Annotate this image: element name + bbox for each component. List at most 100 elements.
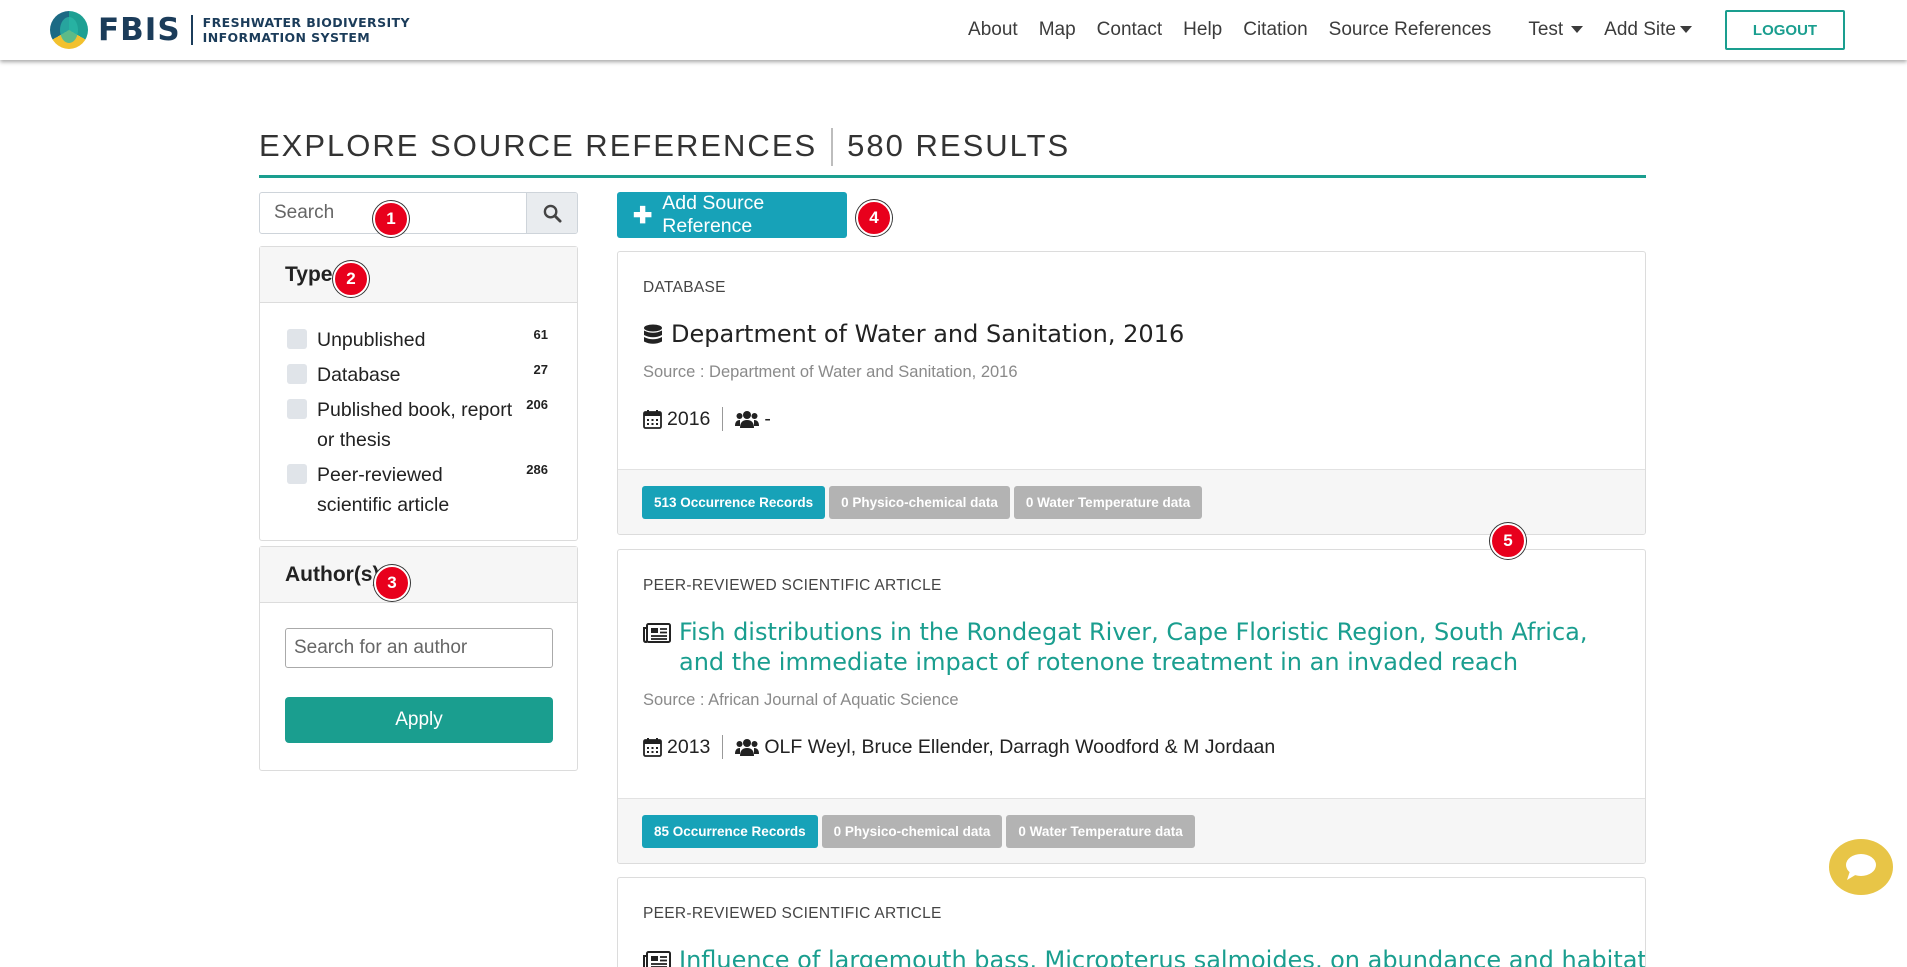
checkbox[interactable] <box>287 399 307 419</box>
physico-chemical-badge[interactable]: 0 Physico-chemical data <box>821 815 1003 848</box>
reference-meta: 2013 OLF Weyl, Bruce Ellender, Darragh W… <box>643 734 1620 760</box>
nav-add-site-dropdown[interactable]: Add Site <box>1604 19 1692 41</box>
reference-title-link[interactable]: Fish distributions in the Rondegat River… <box>643 617 1620 677</box>
nav-about[interactable]: About <box>968 19 1018 41</box>
occurrence-records-badge[interactable]: 85 Occurrence Records <box>642 815 818 848</box>
header-divider <box>831 128 834 166</box>
type-filter-card: Type Unpublished 61 Database 27 Publishe… <box>259 246 578 541</box>
reference-type: DATABASE <box>643 279 726 296</box>
reference-authors: - <box>764 407 771 430</box>
water-temperature-badge[interactable]: 0 Water Temperature data <box>1013 486 1203 519</box>
newspaper-icon <box>643 623 671 644</box>
reference-authors: OLF Weyl, Bruce Ellender, Darragh Woodfo… <box>764 735 1276 758</box>
search-button[interactable] <box>526 193 577 233</box>
type-option-count: 61 <box>533 327 548 342</box>
brand-subtitle-line2: INFORMATION SYSTEM <box>202 30 371 45</box>
type-option-published-book[interactable]: Published book, report or thesis 206 <box>287 395 550 455</box>
nav-map[interactable]: Map <box>1039 19 1076 41</box>
reference-title-link[interactable]: Influence of largemouth bass, Micropteru… <box>643 945 1645 967</box>
water-temperature-badge[interactable]: 0 Water Temperature data <box>1006 815 1195 848</box>
calendar-icon <box>643 738 662 757</box>
type-option-label: Database <box>317 364 401 386</box>
nav-add-site-label: Add Site <box>1604 19 1676 40</box>
annotation-marker-5: 5 <box>1490 523 1526 559</box>
type-option-label: Peer-reviewed scientific article <box>317 464 450 516</box>
reference-card: PEER-REVIEWED SCIENTIFIC ARTICLE Influen… <box>617 877 1646 967</box>
type-option-database[interactable]: Database 27 <box>287 360 550 390</box>
plus-icon: ✚ <box>633 202 653 228</box>
add-source-reference-button[interactable]: ✚ Add Source Reference <box>617 192 847 238</box>
results-count: 580 RESULTS <box>847 128 1071 163</box>
nav-source-references[interactable]: Source References <box>1329 19 1492 41</box>
chat-icon <box>1846 854 1876 880</box>
reference-title-text: Department of Water and Sanitation, 2016 <box>671 320 1185 348</box>
logout-button[interactable]: LOGOUT <box>1725 10 1845 50</box>
search-icon <box>543 204 562 223</box>
caret-down-icon <box>1680 26 1692 34</box>
brand-subtitle-line1: FRESHWATER BIODIVERSITY <box>202 15 410 30</box>
reference-meta: 2016 - <box>643 406 1620 432</box>
type-option-peer-reviewed[interactable]: Peer-reviewed scientific article 286 <box>287 460 550 520</box>
reference-card: PEER-REVIEWED SCIENTIFIC ARTICLE Fish di… <box>617 549 1646 864</box>
page-title: EXPLORE SOURCE REFERENCES <box>259 128 818 163</box>
type-option-count: 27 <box>533 362 548 377</box>
fbis-logo-icon <box>50 11 88 49</box>
nav-menu: About Map Contact Help Citation Source R… <box>968 0 1907 60</box>
type-option-label: Published book, report or thesis <box>317 399 513 451</box>
top-navbar: FBIS FRESHWATER BIODIVERSITY INFORMATION… <box>0 0 1907 60</box>
reference-card: DATABASE Department of Water and Sanitat… <box>617 251 1646 535</box>
nav-help[interactable]: Help <box>1183 19 1222 41</box>
reference-card-footer: 513 Occurrence Records 0 Physico-chemica… <box>618 469 1645 534</box>
annotation-marker-4: 4 <box>856 200 892 236</box>
chat-button[interactable] <box>1829 839 1893 895</box>
meta-divider <box>722 407 724 431</box>
brand-subtitle: FRESHWATER BIODIVERSITY INFORMATION SYST… <box>203 15 410 45</box>
annotation-marker-2: 2 <box>333 261 369 297</box>
users-icon <box>735 411 760 428</box>
checkbox[interactable] <box>287 464 307 484</box>
reference-title-text: Influence of largemouth bass, Micropteru… <box>679 946 1646 967</box>
newspaper-icon <box>643 951 671 967</box>
nav-citation[interactable]: Citation <box>1243 19 1307 41</box>
database-icon <box>644 324 662 344</box>
type-option-label: Unpublished <box>317 329 426 351</box>
reference-source: Source : African Journal of Aquatic Scie… <box>643 691 959 709</box>
reference-year: 2016 <box>667 407 711 430</box>
annotation-marker-1: 1 <box>373 201 409 237</box>
caret-down-icon <box>1571 26 1584 34</box>
apply-button[interactable]: Apply <box>285 697 553 743</box>
reference-card-footer: 85 Occurrence Records 0 Physico-chemical… <box>618 798 1645 863</box>
checkbox[interactable] <box>287 364 307 384</box>
reference-source: Source : Department of Water and Sanitat… <box>643 363 1018 381</box>
brand-divider <box>190 15 193 45</box>
author-filter-heading: Author(s) <box>260 547 577 603</box>
author-filter-body: Apply <box>260 603 577 770</box>
type-option-count: 206 <box>526 397 548 412</box>
type-option-unpublished[interactable]: Unpublished 61 <box>287 325 550 355</box>
reference-title-text: Fish distributions in the Rondegat River… <box>679 618 1588 676</box>
occurrence-records-badge[interactable]: 513 Occurrence Records <box>642 486 826 519</box>
calendar-icon <box>643 410 662 429</box>
search-group <box>259 192 578 234</box>
reference-type: PEER-REVIEWED SCIENTIFIC ARTICLE <box>643 905 942 922</box>
add-source-reference-label: Add Source Reference <box>662 192 765 237</box>
type-filter-list: Unpublished 61 Database 27 Published boo… <box>260 303 577 540</box>
author-search-input[interactable] <box>285 628 553 668</box>
nav-test-dropdown[interactable]: Test <box>1528 19 1584 41</box>
reference-year: 2013 <box>667 735 711 758</box>
physico-chemical-badge[interactable]: 0 Physico-chemical data <box>829 486 1010 519</box>
reference-title: Department of Water and Sanitation, 2016 <box>643 319 1620 349</box>
reference-card-body: PEER-REVIEWED SCIENTIFIC ARTICLE Fish di… <box>618 550 1645 798</box>
type-filter-heading: Type <box>260 247 577 303</box>
type-option-count: 286 <box>526 462 548 477</box>
reference-card-body: PEER-REVIEWED SCIENTIFIC ARTICLE Influen… <box>618 878 1645 967</box>
annotation-marker-3: 3 <box>374 565 410 601</box>
nav-contact[interactable]: Contact <box>1097 19 1162 41</box>
reference-card-body: DATABASE Department of Water and Sanitat… <box>618 252 1645 469</box>
meta-divider <box>722 735 724 759</box>
reference-type: PEER-REVIEWED SCIENTIFIC ARTICLE <box>643 577 942 594</box>
brand-name: FBIS <box>98 12 181 48</box>
checkbox[interactable] <box>287 329 307 349</box>
fbis-logo[interactable]: FBIS FRESHWATER BIODIVERSITY INFORMATION… <box>50 11 410 49</box>
users-icon <box>735 739 760 756</box>
